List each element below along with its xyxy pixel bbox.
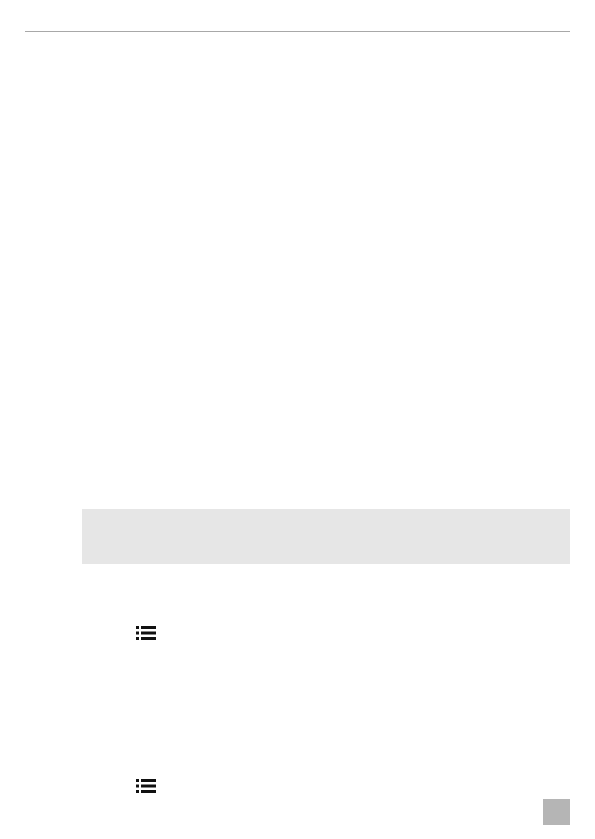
page-number-tab bbox=[543, 799, 570, 825]
list-icon bbox=[136, 626, 156, 640]
header-rule bbox=[25, 31, 570, 32]
note-box bbox=[82, 509, 570, 564]
list-icon bbox=[136, 779, 156, 793]
